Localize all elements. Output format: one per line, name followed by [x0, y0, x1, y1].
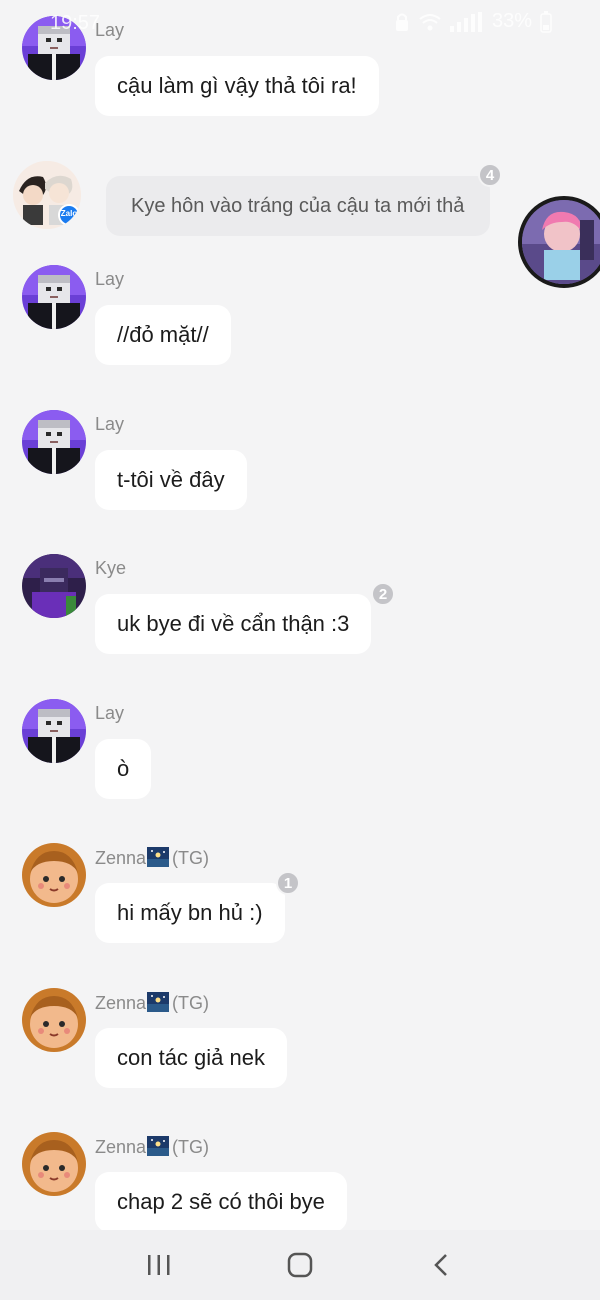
sparkle-night-emoji-icon [147, 992, 170, 1012]
zalo-badge-label: Zalo [60, 209, 78, 218]
sender-name: Kye [95, 558, 127, 578]
lay-avatar[interactable] [22, 265, 86, 329]
recents-button[interactable] [129, 1235, 189, 1295]
back-icon [434, 1254, 448, 1276]
kye-avatar[interactable] [22, 554, 86, 618]
lock-icon [395, 13, 408, 31]
sparkle-night-emoji-icon [147, 847, 170, 867]
chat-head-avatar[interactable] [518, 196, 600, 288]
wifi-icon [419, 13, 441, 30]
sender-name: Zenna (TG) [95, 1136, 209, 1158]
sender-name: Lay [95, 703, 125, 723]
sender-name: Lay [95, 414, 125, 434]
sender-name-text: Zenna [95, 848, 147, 868]
signal-icon [449, 11, 482, 32]
message-bubble[interactable]: t-tôi về đây [95, 450, 247, 510]
recents-icon [147, 1255, 170, 1275]
message-bubble[interactable]: cậu làm gì vậy thả tôi ra! [95, 56, 379, 116]
zenna-avatar[interactable] [22, 1132, 86, 1196]
reaction-count-badge[interactable]: 2 [371, 582, 395, 606]
message-bubble[interactable]: hi mấy bn hủ :) [95, 883, 285, 943]
lay-avatar[interactable] [22, 410, 86, 474]
status-bar: 19:57 33% [0, 0, 600, 46]
sender-tag: (TG) [172, 993, 210, 1013]
home-icon [287, 1252, 313, 1278]
system-navigation-bar [0, 1230, 600, 1300]
lay-avatar[interactable] [22, 699, 86, 763]
sender-name-text: Zenna [95, 993, 147, 1013]
message-bubble[interactable]: chap 2 sẽ có thôi bye [95, 1172, 347, 1230]
reaction-count-badge[interactable]: 1 [276, 871, 300, 895]
sender-name: Lay [95, 269, 125, 289]
status-icons: 33% [394, 10, 552, 33]
system-message-bubble[interactable]: Kye hôn vào tráng của cậu ta mới thả [106, 176, 490, 236]
home-button[interactable] [270, 1235, 330, 1295]
sender-tag: (TG) [172, 1137, 210, 1157]
sparkle-night-emoji-icon [147, 1136, 170, 1156]
message-bubble[interactable]: con tác giả nek [95, 1028, 287, 1088]
sender-name-text: Zenna [95, 1137, 147, 1157]
reaction-count-badge[interactable]: 4 [478, 163, 502, 187]
message-bubble[interactable]: uk bye đi về cẩn thận :3 [95, 594, 372, 654]
chat-thread[interactable]: Lay cậu làm gì vậy thả tôi ra! Zalo Kye … [0, 0, 600, 1230]
sender-name: Zenna (TG) [95, 847, 209, 869]
battery-percent: 33% [491, 10, 532, 32]
sender-name: Zenna (TG) [95, 992, 209, 1014]
group-avatar[interactable]: Zalo [13, 161, 81, 229]
sender-tag: (TG) [172, 848, 210, 868]
back-button[interactable] [411, 1235, 471, 1295]
message-bubble[interactable]: //đỏ mặt// [95, 305, 231, 365]
zenna-avatar[interactable] [22, 843, 86, 907]
zenna-avatar[interactable] [22, 988, 86, 1052]
message-bubble[interactable]: ò [95, 739, 152, 799]
battery-icon [540, 10, 552, 33]
status-time: 19:57 [50, 12, 101, 34]
